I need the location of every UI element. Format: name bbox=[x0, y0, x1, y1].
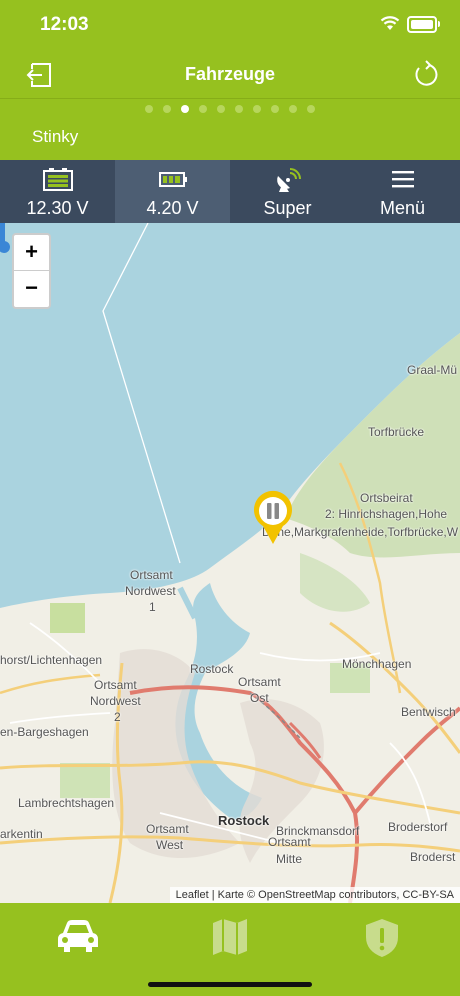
car-battery-voltage: 12.30 V bbox=[26, 198, 89, 218]
page-title: Fahrzeuge bbox=[184, 64, 276, 84]
car-battery-icon bbox=[42, 168, 73, 191]
page-dot[interactable] bbox=[217, 105, 225, 113]
car-icon[interactable] bbox=[55, 917, 101, 957]
map-label: Bentwisch bbox=[401, 705, 456, 719]
status-bar: 12:03 bbox=[0, 0, 460, 50]
map-label: 2: Hinrichshagen,Hohe bbox=[325, 507, 448, 521]
hamburger-menu-icon bbox=[391, 171, 414, 188]
map-view[interactable]: Graal-Mü Torfbrücke Ortsbeirat 2: Hinric… bbox=[0, 223, 460, 903]
battery-icon bbox=[158, 172, 187, 187]
map-label: Graal-Mü bbox=[407, 363, 458, 377]
map-label: 2 bbox=[114, 710, 121, 724]
refresh-icon[interactable] bbox=[413, 60, 439, 88]
page-dot[interactable] bbox=[145, 105, 153, 113]
map-label: Mönchhagen bbox=[342, 657, 412, 671]
nav-header: Fahrzeuge bbox=[0, 50, 460, 99]
page-dot[interactable] bbox=[307, 105, 315, 113]
vehicle-location-pin-icon[interactable] bbox=[251, 490, 295, 546]
stat-menu[interactable]: Menü bbox=[345, 160, 460, 223]
wifi-icon bbox=[380, 16, 400, 30]
map-label: 1 bbox=[149, 600, 156, 614]
map-label: Ortsamt bbox=[94, 678, 137, 692]
map-label-city: Rostock bbox=[218, 813, 270, 828]
map-label: Ortsamt bbox=[146, 822, 189, 836]
map-label: Ortsamt bbox=[238, 675, 281, 689]
page-dot[interactable] bbox=[271, 105, 279, 113]
page-indicator[interactable] bbox=[0, 99, 460, 119]
map-label: Ortsamt bbox=[130, 568, 173, 582]
map-label: Nordwest bbox=[125, 584, 176, 598]
map-label: West bbox=[156, 838, 184, 852]
page-dot[interactable] bbox=[289, 105, 297, 113]
map-label: Ost bbox=[250, 691, 269, 705]
zoom-out-button[interactable]: − bbox=[14, 271, 49, 306]
page-dot[interactable] bbox=[163, 105, 171, 113]
stat-car-battery[interactable]: 12.30 V bbox=[0, 160, 115, 223]
page-dot[interactable] bbox=[253, 105, 261, 113]
page-dot[interactable] bbox=[235, 105, 243, 113]
map-label: Lambrechtshagen bbox=[18, 796, 115, 810]
map-label: Mitte bbox=[276, 852, 303, 866]
status-time: 12:03 bbox=[40, 14, 89, 35]
device-battery-voltage: 4.20 V bbox=[146, 198, 199, 218]
map-label: Broderstorf bbox=[388, 820, 448, 834]
map-label: Rostock bbox=[190, 662, 234, 676]
map-label: Ortsbeirat bbox=[360, 491, 413, 505]
menu-label: Menü bbox=[379, 198, 426, 218]
stat-device-battery[interactable]: 4.20 V bbox=[115, 160, 230, 223]
page-dot[interactable] bbox=[181, 105, 189, 113]
vehicle-name: Stinky bbox=[32, 127, 79, 146]
vehicle-stats-bar: 12.30 V 4.20 V Super Menü bbox=[0, 160, 460, 223]
satellite-dish-icon bbox=[276, 168, 301, 192]
map-label: Torfbrücke bbox=[368, 425, 425, 439]
page-dot[interactable] bbox=[199, 105, 207, 113]
zoom-control: + − bbox=[12, 233, 51, 309]
home-indicator[interactable] bbox=[148, 982, 312, 987]
zoom-in-button[interactable]: + bbox=[14, 235, 49, 271]
map-label: horst/Lichtenhagen bbox=[0, 653, 103, 667]
alert-shield-icon[interactable] bbox=[363, 917, 401, 959]
signal-quality: Super bbox=[263, 198, 312, 218]
map-label: Nordwest bbox=[90, 694, 141, 708]
vehicle-bar: Stinky bbox=[0, 119, 460, 160]
map-label: arkentin bbox=[0, 827, 43, 841]
map-label: en-Bargeshagen bbox=[0, 725, 89, 739]
stat-signal[interactable]: Super bbox=[230, 160, 345, 223]
map-label: Broderst bbox=[410, 850, 456, 864]
battery-status-icon bbox=[407, 16, 440, 33]
map-attribution[interactable]: Leaflet | Karte © OpenStreetMap contribu… bbox=[169, 887, 460, 903]
map-label: Ortsamt bbox=[268, 835, 311, 849]
map-icon[interactable] bbox=[211, 917, 249, 957]
